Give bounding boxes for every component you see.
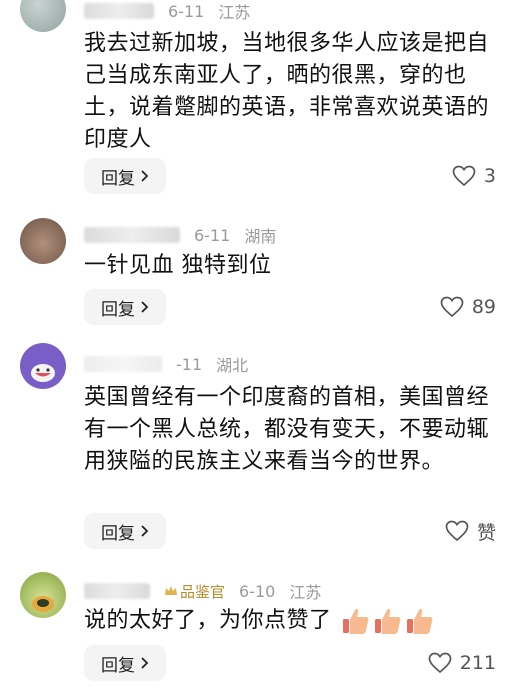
avatar[interactable] xyxy=(20,218,66,264)
comment-text-content: 说的太好了，为你点赞了 xyxy=(84,608,332,633)
thumbs-up-emoji-icon xyxy=(375,608,401,634)
thumbs-up-emoji-icon xyxy=(407,608,433,634)
reply-label: 回复 xyxy=(101,299,135,320)
username-blurred[interactable] xyxy=(84,3,154,19)
comment-meta: 6-11 湖南 xyxy=(84,224,276,246)
username-blurred[interactable] xyxy=(84,583,150,599)
heart-icon xyxy=(440,296,464,318)
reply-button[interactable]: 回复 xyxy=(84,158,166,194)
comment-date: -11 xyxy=(176,354,203,374)
comment-meta: 6-11 江苏 xyxy=(84,0,250,22)
comment-date: 6-11 xyxy=(168,1,205,21)
crown-icon xyxy=(165,586,177,595)
reply-label: 回复 xyxy=(101,523,135,544)
avatar[interactable] xyxy=(20,572,66,618)
chevron-right-icon xyxy=(141,657,149,669)
reply-label: 回复 xyxy=(101,168,135,189)
comment-text: 我去过新加坡，当地很多华人应该是把自己当成东南亚人了，晒的很黑，穿的也土，说着蹩… xyxy=(84,31,490,152)
comment-text: 一针见血 独特到位 xyxy=(84,253,272,278)
comment-date: 6-11 xyxy=(194,225,231,245)
avatar-image-icon xyxy=(32,596,54,612)
like-count: 赞 xyxy=(476,521,496,544)
comment-meta: 品鉴官 6-10 江苏 xyxy=(84,580,321,602)
reply-button[interactable]: 回复 xyxy=(84,513,166,549)
avatar-face-icon xyxy=(31,364,55,382)
username-blurred[interactable] xyxy=(84,227,180,243)
comment-date: 6-10 xyxy=(239,581,276,601)
like-button[interactable]: 赞 xyxy=(445,513,496,549)
emoji-row xyxy=(341,606,437,636)
like-count: 89 xyxy=(471,296,496,318)
comment-location: 湖北 xyxy=(216,356,249,375)
comment-location: 湖南 xyxy=(244,227,277,246)
like-button[interactable]: 89 xyxy=(440,289,496,325)
heart-icon xyxy=(452,165,476,187)
like-count: 3 xyxy=(483,165,496,187)
chevron-right-icon xyxy=(141,301,149,313)
comment-text: 英国曾经有一个印度裔的首相，美国曾经有一个黑人总统，都没有变天，不要动辄用狭隘的… xyxy=(84,385,490,474)
reply-label: 回复 xyxy=(101,655,135,676)
chevron-right-icon xyxy=(141,170,149,182)
heart-icon xyxy=(445,520,469,542)
badge: 品鉴官 xyxy=(164,581,225,602)
reply-button[interactable]: 回复 xyxy=(84,289,166,325)
comment-location: 江苏 xyxy=(218,3,251,22)
comment-meta: -11 湖北 xyxy=(84,353,248,375)
thumbs-up-emoji-icon xyxy=(343,608,369,634)
avatar[interactable] xyxy=(20,0,66,32)
chevron-right-icon xyxy=(141,525,149,537)
comment-location: 江苏 xyxy=(289,583,322,602)
heart-icon xyxy=(428,652,452,674)
reply-button[interactable]: 回复 xyxy=(84,645,166,681)
like-button[interactable]: 211 xyxy=(428,645,496,681)
badge-label: 品鉴官 xyxy=(180,582,226,601)
like-count: 211 xyxy=(459,652,496,674)
comment-text: 说的太好了，为你点赞了 xyxy=(84,605,499,637)
like-button[interactable]: 3 xyxy=(452,158,496,194)
avatar[interactable] xyxy=(20,343,66,389)
username-blurred[interactable] xyxy=(84,356,162,372)
